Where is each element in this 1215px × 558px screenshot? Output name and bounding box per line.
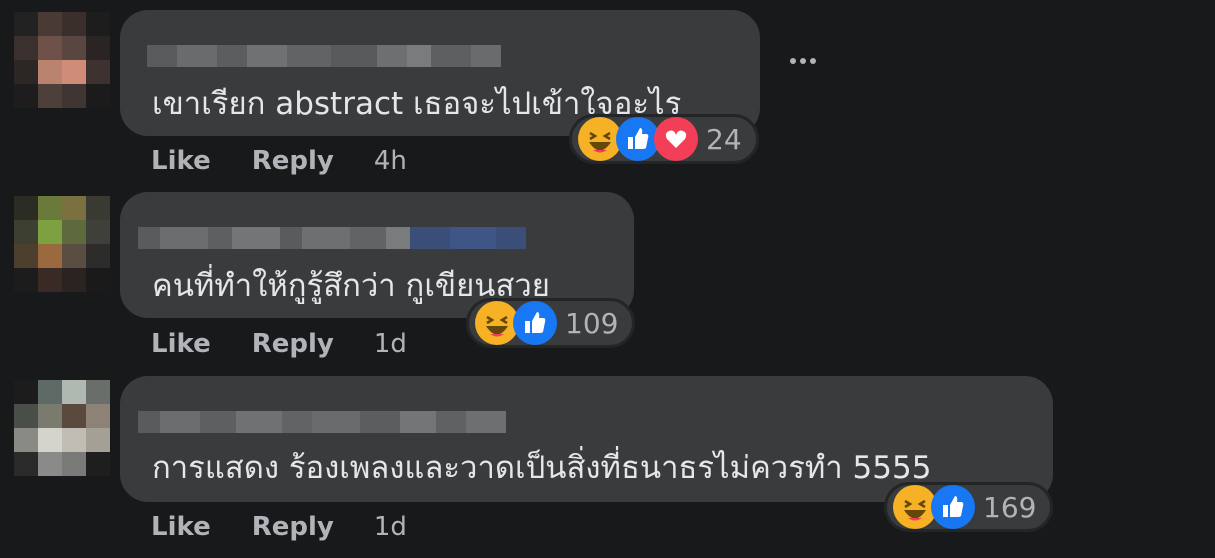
reply-button[interactable]: Reply: [252, 329, 334, 359]
love-icon: [654, 117, 698, 161]
reaction-count: 24: [706, 122, 742, 156]
comment-actions: Like Reply 4h: [151, 144, 407, 178]
comment-text: การแสดง ร้องเพลงและวาดเป็นสิ่งที่ธนาธรไม…: [152, 450, 932, 486]
reaction-count: 169: [983, 490, 1037, 524]
author-name[interactable]: [147, 44, 501, 68]
like-icon: [931, 485, 975, 529]
timestamp[interactable]: 1d: [374, 512, 407, 542]
reaction-summary[interactable]: 24: [569, 114, 759, 164]
reaction-summary[interactable]: 169: [884, 482, 1054, 532]
avatar[interactable]: [14, 196, 110, 292]
reaction-summary[interactable]: 109: [466, 298, 636, 348]
reply-button[interactable]: Reply: [252, 146, 334, 176]
reply-button[interactable]: Reply: [252, 512, 334, 542]
reaction-count: 109: [565, 306, 619, 340]
author-name[interactable]: [138, 226, 526, 250]
like-icon: [513, 301, 557, 345]
avatar[interactable]: [14, 380, 110, 476]
like-button[interactable]: Like: [151, 512, 211, 542]
author-name[interactable]: [138, 410, 506, 434]
comment-actions: Like Reply 1d: [151, 510, 407, 544]
timestamp[interactable]: 4h: [374, 146, 407, 176]
more-options-icon[interactable]: [790, 58, 816, 64]
like-button[interactable]: Like: [151, 146, 211, 176]
avatar[interactable]: [14, 12, 110, 108]
like-button[interactable]: Like: [151, 329, 211, 359]
timestamp[interactable]: 1d: [374, 329, 407, 359]
comment-actions: Like Reply 1d: [151, 327, 407, 361]
